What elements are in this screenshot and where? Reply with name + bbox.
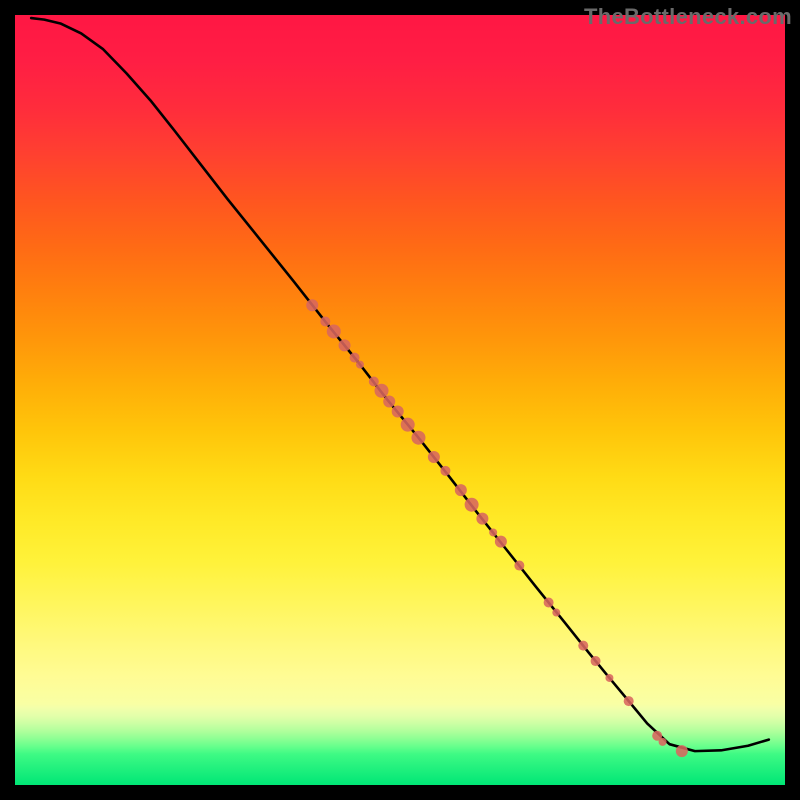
scatter-point [659,738,667,746]
scatter-point [375,384,389,398]
scatter-point [676,745,688,757]
scatter-point [428,451,440,463]
scatter-point [624,696,634,706]
scatter-point [327,324,341,338]
scatter-point [605,674,613,682]
scatter-point [440,466,450,476]
scatter-point [306,299,318,311]
watermark-text: TheBottleneck.com [584,4,792,30]
scatter-point [369,377,379,387]
scatter-point [392,406,404,418]
scatter-point [320,316,330,326]
scatter-point [455,484,467,496]
scatter-point [552,609,560,617]
bottleneck-chart [0,0,800,800]
scatter-point [383,396,395,408]
scatter-point [514,561,524,571]
scatter-point [465,498,479,512]
chart-background [15,15,785,785]
scatter-point [476,513,488,525]
scatter-point [544,598,554,608]
chart-stage: TheBottleneck.com [0,0,800,800]
scatter-point [356,361,364,369]
scatter-point [411,431,425,445]
scatter-point [591,656,601,666]
scatter-point [495,536,507,548]
scatter-point [489,528,497,536]
scatter-point [339,339,351,351]
scatter-point [401,418,415,432]
scatter-point [578,641,588,651]
